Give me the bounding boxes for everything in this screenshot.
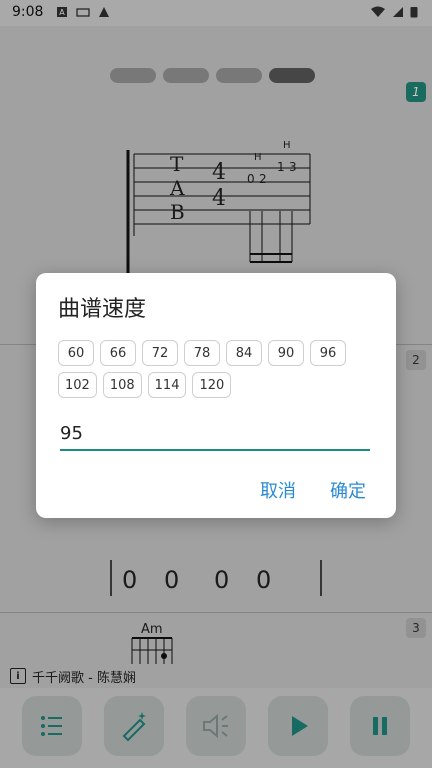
tempo-input[interactable] [60,419,370,451]
cancel-button[interactable]: 取消 [260,477,296,503]
confirm-button[interactable]: 确定 [330,477,366,503]
tempo-chip[interactable]: 90 [268,340,304,366]
tempo-chip[interactable]: 120 [192,372,232,398]
tempo-chip[interactable]: 96 [310,340,346,366]
tempo-chip[interactable]: 108 [102,372,142,398]
tempo-chip[interactable]: 102 [58,372,97,398]
dialog-title: 曲谱速度 [58,297,147,322]
tempo-presets: 60 66 72 78 84 90 96 102 108 114 120 [58,340,378,398]
tempo-chip[interactable]: 60 [58,340,94,366]
tempo-chip[interactable]: 84 [226,340,262,366]
tempo-chip[interactable]: 72 [142,340,178,366]
tempo-chip[interactable]: 66 [100,340,136,366]
tempo-chip[interactable]: 114 [147,372,187,398]
tempo-chip[interactable]: 78 [184,340,220,366]
tempo-dialog: 曲谱速度 60 66 72 78 84 90 96 102 108 114 12… [36,273,396,518]
